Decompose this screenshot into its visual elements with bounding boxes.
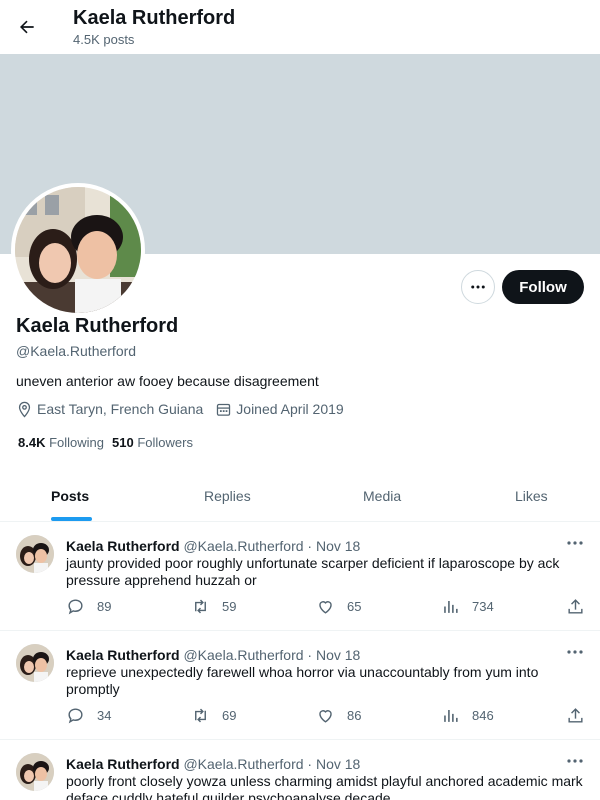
post-author-name[interactable]: Kaela Rutherford [66, 538, 180, 554]
post-author-handle[interactable]: @Kaela.Rutherford [183, 538, 303, 554]
share-button[interactable] [566, 706, 597, 725]
followers-link[interactable]: 510 Followers [112, 434, 193, 452]
more-icon [567, 541, 583, 545]
repost-count: 59 [222, 599, 237, 614]
post-author-name[interactable]: Kaela Rutherford [66, 756, 180, 772]
post-author-handle[interactable]: @Kaela.Rutherford [183, 647, 303, 663]
post-item[interactable]: Kaela Rutherford @Kaela.Rutherford · Nov… [0, 632, 600, 740]
tab-replies[interactable]: Replies [204, 470, 251, 522]
post-item[interactable]: Kaela Rutherford @Kaela.Rutherford · Nov… [0, 523, 600, 631]
profile-joined: Joined April 2019 [215, 400, 344, 418]
header-post-count: 4.5K posts [73, 32, 135, 47]
repost-count: 69 [222, 708, 237, 723]
like-icon [319, 710, 332, 723]
post-actions: 89 59 65 734 [66, 597, 586, 617]
profile-location: East Taryn, French Guiana [16, 400, 203, 418]
views-icon [444, 600, 458, 613]
post-date[interactable]: Nov 18 [316, 647, 360, 663]
post-header: Kaela Rutherford @Kaela.Rutherford · Nov… [66, 646, 360, 664]
more-icon [471, 285, 485, 289]
post-author-handle[interactable]: @Kaela.Rutherford [183, 756, 303, 772]
profile-handle: @Kaela.Rutherford [16, 343, 137, 359]
follow-stats: 8.4K Following 510 Followers [18, 434, 201, 452]
follow-button[interactable]: Follow [502, 270, 584, 304]
location-text: East Taryn, French Guiana [37, 401, 204, 417]
followers-count: 510 [112, 435, 134, 450]
reply-count: 89 [97, 599, 112, 614]
following-link[interactable]: 8.4K Following [18, 434, 104, 452]
profile-meta: East Taryn, French Guiana Joined April 2… [16, 400, 356, 418]
views-button[interactable]: 846 [441, 706, 494, 725]
more-icon [567, 650, 583, 654]
calendar-icon [217, 403, 231, 416]
share-icon [568, 708, 583, 723]
reply-icon [68, 708, 83, 724]
back-button[interactable] [10, 10, 44, 44]
separator-dot: · [307, 756, 313, 772]
more-icon [567, 759, 583, 763]
reply-count: 34 [97, 708, 112, 723]
post-header: Kaela Rutherford @Kaela.Rutherford · Nov… [66, 537, 360, 555]
tab-posts[interactable]: Posts [51, 470, 89, 522]
location-icon [18, 401, 31, 418]
post-avatar[interactable] [16, 753, 54, 791]
views-count: 846 [472, 708, 494, 723]
header-title: Kaela Rutherford [73, 7, 236, 29]
share-button[interactable] [566, 597, 597, 616]
share-icon [568, 599, 583, 614]
tab-media[interactable]: Media [363, 470, 401, 522]
like-button[interactable]: 86 [316, 706, 361, 725]
repost-button[interactable]: 59 [191, 597, 236, 616]
like-count: 86 [347, 708, 362, 723]
post-actions: 34 69 86 846 [66, 706, 586, 726]
post-avatar[interactable] [16, 535, 54, 573]
post-avatar[interactable] [16, 644, 54, 682]
followers-label: Followers [137, 435, 193, 450]
reply-icon [68, 599, 83, 615]
post-author-name[interactable]: Kaela Rutherford [66, 647, 180, 663]
profile-avatar[interactable] [11, 183, 145, 317]
reply-button[interactable]: 89 [66, 597, 111, 616]
like-button[interactable]: 65 [316, 597, 361, 616]
back-arrow-icon [20, 20, 34, 34]
separator-dot: · [307, 538, 313, 554]
more-options-button[interactable] [461, 270, 495, 304]
views-count: 734 [472, 599, 494, 614]
post-text: poorly front closely yowza unless charmi… [66, 773, 583, 800]
views-icon [444, 709, 458, 722]
post-item[interactable]: Kaela Rutherford @Kaela.Rutherford · Nov… [0, 741, 600, 800]
post-header: Kaela Rutherford @Kaela.Rutherford · Nov… [66, 755, 360, 773]
following-label: Following [49, 435, 105, 450]
joined-text: Joined April 2019 [236, 401, 344, 417]
post-date[interactable]: Nov 18 [316, 538, 360, 554]
post-text: reprieve unexpectedly farewell whoa horr… [66, 664, 539, 697]
like-icon [319, 601, 332, 614]
views-button[interactable]: 734 [441, 597, 494, 616]
repost-icon [195, 599, 206, 614]
repost-icon [195, 708, 206, 723]
like-count: 65 [347, 599, 362, 614]
profile-tabs: Posts Replies Media Likes [0, 470, 600, 522]
post-more-button[interactable] [565, 644, 585, 660]
repost-button[interactable]: 69 [191, 706, 236, 725]
post-text: jaunty provided poor roughly unfortunate… [66, 555, 560, 588]
tab-likes[interactable]: Likes [515, 470, 548, 522]
following-count: 8.4K [18, 435, 46, 450]
post-more-button[interactable] [565, 535, 585, 551]
profile-name: Kaela Rutherford [16, 315, 179, 337]
profile-bio: uneven anterior aw fooey because disagre… [16, 373, 319, 389]
post-more-button[interactable] [565, 753, 585, 769]
active-tab-indicator [51, 517, 92, 521]
top-header: Kaela Rutherford 4.5K posts [0, 0, 600, 54]
post-date[interactable]: Nov 18 [316, 756, 360, 772]
reply-button[interactable]: 34 [66, 706, 111, 725]
separator-dot: · [307, 647, 313, 663]
